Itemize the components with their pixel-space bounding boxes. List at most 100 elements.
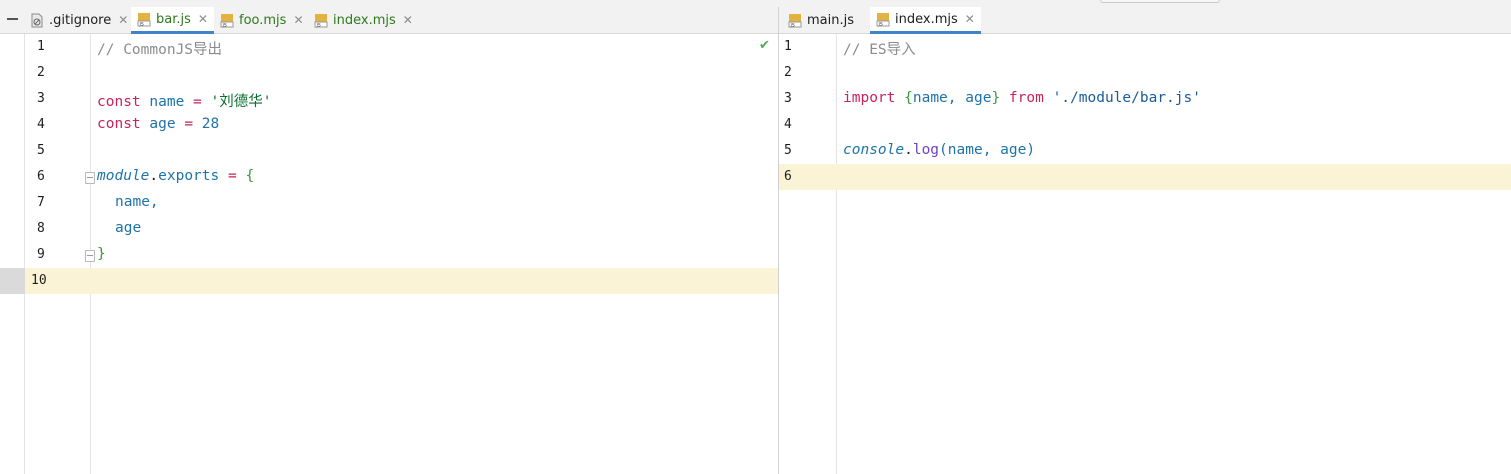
code-line: 3 const name = '刘德华' (0, 86, 778, 112)
js-file-icon: JS (137, 12, 151, 27)
code-line: 3 import {name, age} from './module/bar.… (779, 86, 1511, 112)
line-number: 1 (784, 39, 792, 54)
tab-label: bar.js (156, 11, 191, 27)
line-number: 2 (37, 65, 45, 80)
tab-label: main.js (807, 12, 854, 28)
close-icon[interactable]: ✕ (293, 13, 303, 27)
brace-token: } (97, 246, 106, 262)
operator-token: = (184, 116, 194, 132)
line-number: 4 (784, 117, 792, 132)
keyword-token: import (843, 90, 896, 106)
close-icon[interactable]: ✕ (118, 13, 128, 27)
svg-text:JS: JS (878, 21, 883, 27)
number-token: 28 (201, 116, 220, 132)
code-line: 5 console.log(name, age) (779, 138, 1511, 164)
dot-token: . (149, 168, 159, 184)
left-code-editor[interactable]: 1 // CommonJS导出 ✔ 2 3 const name = '刘德华'… (0, 34, 778, 474)
code-line: 1 // CommonJS导出 ✔ (0, 34, 778, 60)
current-code-line: 10 (0, 268, 778, 294)
close-icon[interactable]: ✕ (965, 12, 975, 26)
tab-gitignore[interactable]: .gitignore ✕ (30, 7, 128, 33)
minus-icon (6, 18, 18, 20)
line-number: 3 (37, 91, 45, 106)
js-file-icon: JS (876, 12, 890, 27)
tab-label: index.mjs (895, 11, 958, 27)
line-number: 6 (784, 169, 792, 184)
code-line: 7 name, (0, 190, 778, 216)
code-line: 4 const age = 28 (0, 112, 778, 138)
code-line: 5 (0, 138, 778, 164)
dot-token: . (904, 142, 913, 158)
svg-text:JS: JS (222, 22, 227, 28)
tab-label: .gitignore (49, 12, 112, 28)
window-top-strip (0, 0, 1511, 7)
function-token: log (912, 142, 940, 158)
tab-index-mjs[interactable]: JS index.mjs ✕ (314, 7, 413, 33)
line-number: 10 (31, 273, 47, 288)
gitignore-file-icon (31, 13, 43, 27)
tab-bar-js[interactable]: JS bar.js ✕ (131, 7, 214, 34)
tab-label: index.mjs (333, 12, 396, 28)
line-number: 5 (37, 143, 45, 158)
identifier-token: age (115, 220, 142, 236)
code-comment: // ES导入 (843, 42, 916, 58)
identifier-token: age (149, 116, 176, 132)
brace-token: { (245, 168, 255, 184)
left-tab-bar: .gitignore ✕ JS bar.js ✕ JS foo.mjs ✕ JS… (0, 7, 778, 34)
svg-text:JS: JS (790, 22, 795, 28)
line-number: 3 (784, 91, 792, 106)
line-number: 1 (37, 39, 45, 54)
brace-token: { (904, 90, 913, 106)
code-line: 4 (779, 112, 1511, 138)
identifier-token: name, age (912, 90, 992, 106)
string-token: './module/bar.js' (1052, 90, 1201, 106)
close-icon[interactable]: ✕ (198, 12, 208, 26)
arguments-token: (name, age) (939, 142, 1036, 158)
object-token: module (97, 168, 150, 184)
fold-toggle-icon[interactable] (85, 172, 95, 184)
right-tab-bar: JS main.js JS index.mjs ✕ (779, 7, 1511, 34)
tab-label: foo.mjs (239, 12, 287, 28)
line-number: 2 (784, 65, 792, 80)
check-icon[interactable]: ✔ (759, 38, 770, 53)
current-code-line: 6 (779, 164, 1511, 190)
hide-panel-button[interactable] (5, 12, 19, 26)
right-editor-pane: JS main.js JS index.mjs ✕ 1 // ES导入 2 3 … (779, 7, 1511, 474)
line-number: 9 (37, 247, 45, 262)
line-number: 7 (37, 195, 45, 210)
line-number: 5 (784, 143, 792, 158)
close-icon[interactable]: ✕ (403, 13, 413, 27)
code-line: 2 (779, 60, 1511, 86)
identifier-token: name (149, 94, 185, 110)
tab-main-js[interactable]: JS main.js (788, 7, 854, 33)
property-token: exports (158, 168, 220, 184)
object-token: console (843, 142, 905, 158)
operator-token: = (193, 94, 202, 110)
string-token: '刘德华' (210, 94, 272, 110)
line-number: 8 (37, 221, 45, 236)
code-line: 6 module.exports = { (0, 164, 778, 190)
svg-text:JS: JS (139, 21, 144, 27)
code-comment: // CommonJS导出 (97, 42, 223, 58)
keyword-token: from (1008, 90, 1044, 106)
tab-index-mjs[interactable]: JS index.mjs ✕ (870, 7, 981, 34)
tab-foo-mjs[interactable]: JS foo.mjs ✕ (220, 7, 304, 33)
keyword-token: const (97, 94, 141, 110)
right-code-editor[interactable]: 1 // ES导入 2 3 import {name, age} from '.… (779, 34, 1511, 474)
code-line: 2 (0, 60, 778, 86)
js-file-icon: JS (788, 13, 802, 28)
top-toolbar-fragment (1100, 0, 1220, 3)
code-line: 8 age (0, 216, 778, 242)
line-number: 6 (37, 169, 45, 184)
js-file-icon: JS (220, 13, 234, 28)
caret-line-marker (0, 268, 25, 294)
brace-token: } (991, 90, 1001, 106)
svg-text:JS: JS (316, 22, 321, 28)
keyword-token: const (97, 116, 141, 132)
left-editor-pane: .gitignore ✕ JS bar.js ✕ JS foo.mjs ✕ JS… (0, 7, 778, 474)
code-line: 9 } (0, 242, 778, 268)
fold-toggle-icon[interactable] (85, 250, 95, 262)
code-line: 1 // ES导入 (779, 34, 1511, 60)
line-number: 4 (37, 117, 45, 132)
identifier-token: name, (115, 194, 159, 210)
